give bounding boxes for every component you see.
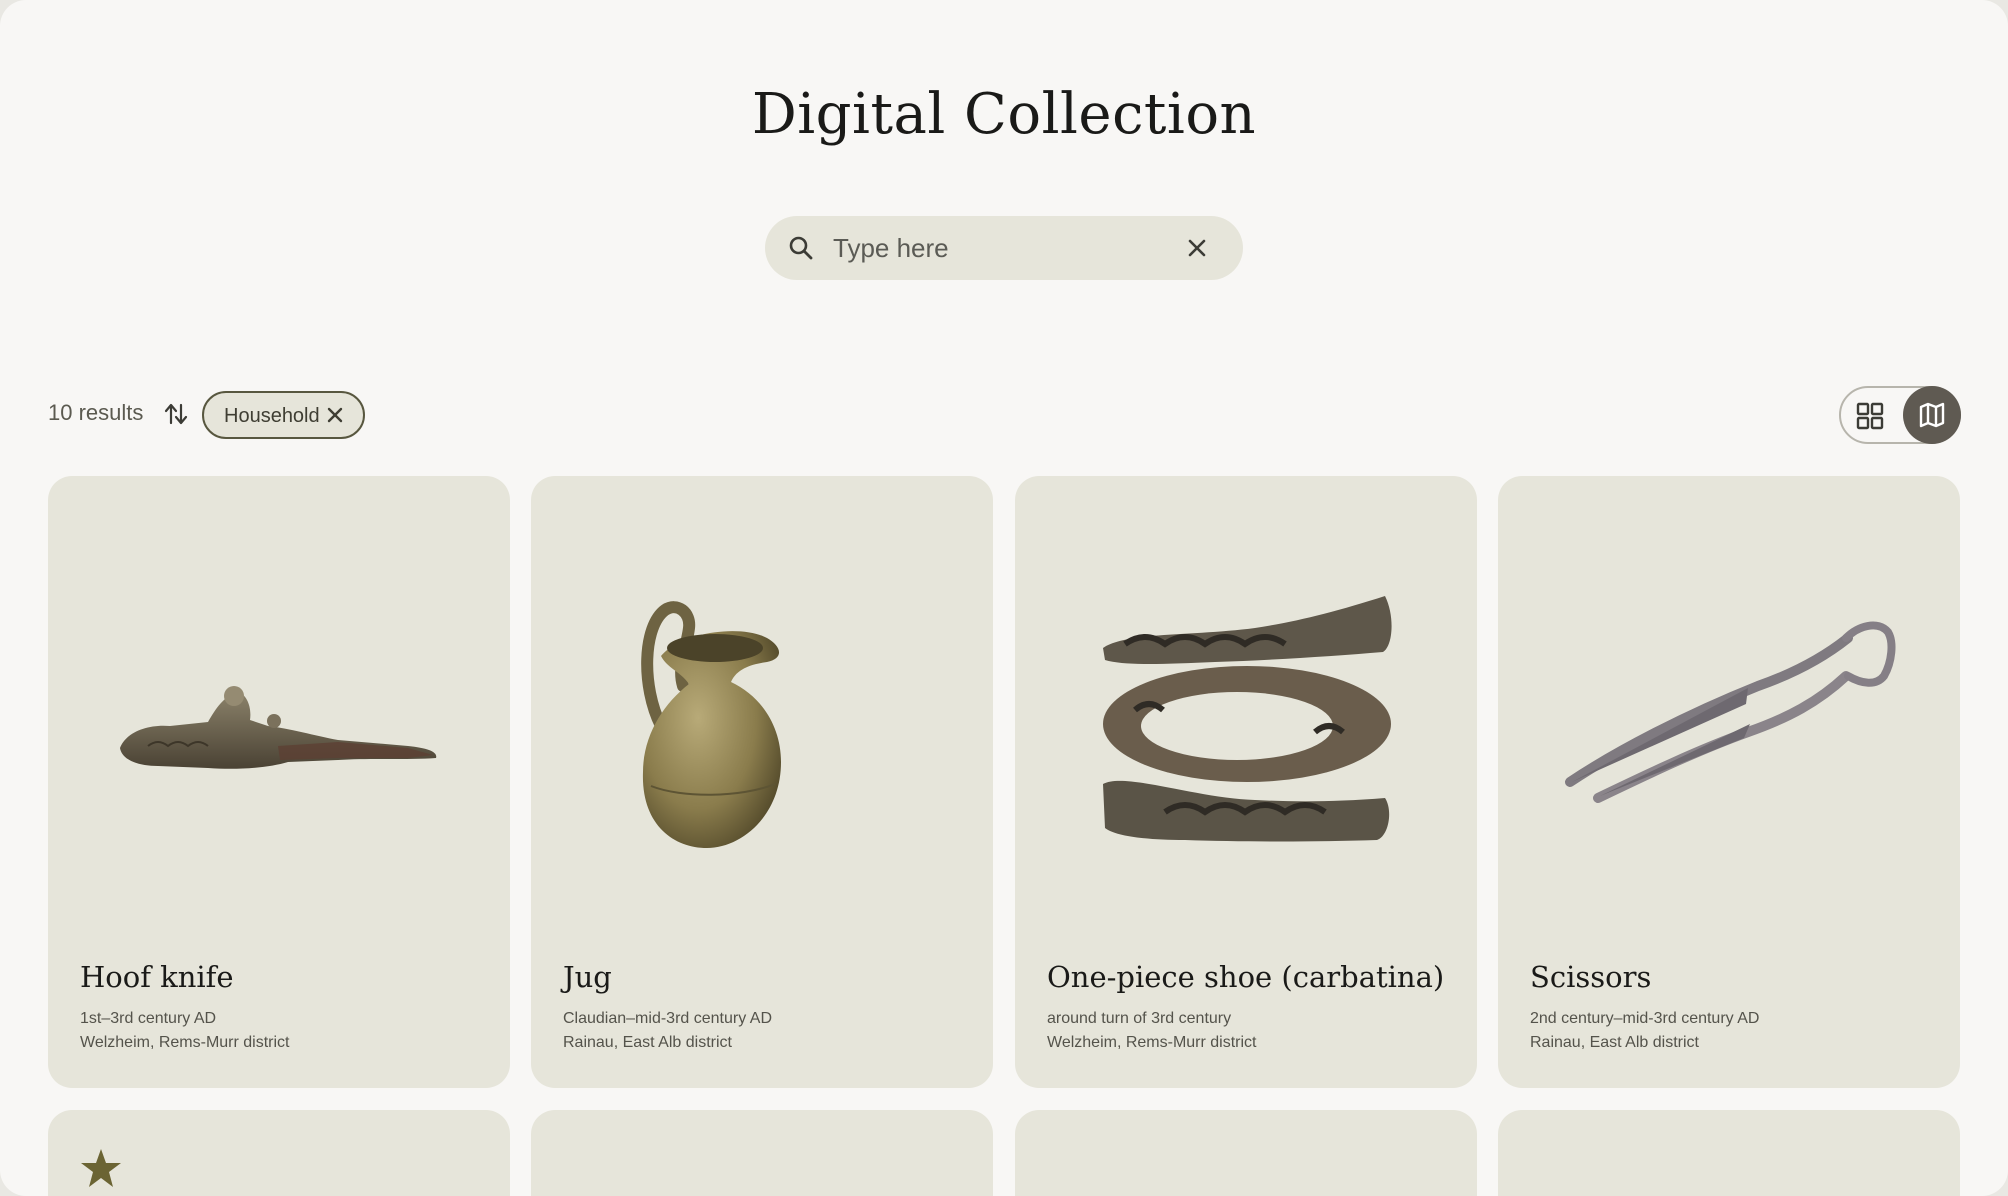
collection-card[interactable] [531, 1110, 993, 1196]
scissors-image [1565, 621, 1896, 803]
card-place: Welzheim, Rems-Murr district [80, 1034, 290, 1051]
shoe-image [1103, 596, 1392, 842]
collection-card[interactable]: Scissors 2nd century–mid-3rd century AD … [1498, 476, 1960, 1088]
card-place: Rainau, East Alb district [1530, 1034, 1699, 1051]
clear-search-icon[interactable] [1183, 234, 1211, 262]
card-date: around turn of 3rd century [1047, 1010, 1232, 1027]
grid-view-icon[interactable] [1855, 401, 1885, 431]
collection-card[interactable]: Hoof knife 1st–3rd century AD Welzheim, … [48, 476, 510, 1088]
card-title: Hoof knife [80, 960, 234, 994]
view-toggle [1839, 386, 1961, 444]
search-input[interactable] [833, 216, 1163, 280]
jug-image [641, 601, 781, 848]
card-place: Welzheim, Rems-Murr district [1047, 1034, 1257, 1051]
card-title: Jug [563, 960, 612, 994]
hoof-knife-image [120, 686, 437, 769]
page: Digital Collection 10 results Household [0, 0, 2008, 1196]
search-bar [765, 216, 1243, 280]
card-date: Claudian–mid-3rd century AD [563, 1010, 772, 1027]
collection-card[interactable] [48, 1110, 510, 1196]
remove-filter-icon[interactable] [325, 405, 345, 425]
filter-chip-household[interactable]: Household [202, 391, 365, 439]
card-place: Rainau, East Alb district [563, 1034, 732, 1051]
results-count: 10 results [48, 400, 144, 425]
collection-card[interactable] [1498, 1110, 1960, 1196]
card-date: 1st–3rd century AD [80, 1010, 217, 1027]
card-title: Scissors [1530, 960, 1652, 994]
map-icon [1919, 402, 1945, 428]
page-title: Digital Collection [751, 82, 1257, 147]
search-icon [789, 236, 813, 260]
card-date: 2nd century–mid-3rd century AD [1530, 1010, 1760, 1027]
collection-card[interactable] [1015, 1110, 1477, 1196]
collection-card[interactable]: One-piece shoe (carbatina) around turn o… [1015, 476, 1477, 1088]
filter-chip-label: Household [224, 405, 320, 427]
star-icon [81, 1149, 121, 1187]
map-view-button[interactable] [1903, 386, 1961, 444]
sort-icon[interactable] [162, 400, 190, 428]
collection-card[interactable]: Jug Claudian–mid-3rd century AD Rainau, … [531, 476, 993, 1088]
card-title: One-piece shoe (carbatina) [1047, 960, 1445, 994]
